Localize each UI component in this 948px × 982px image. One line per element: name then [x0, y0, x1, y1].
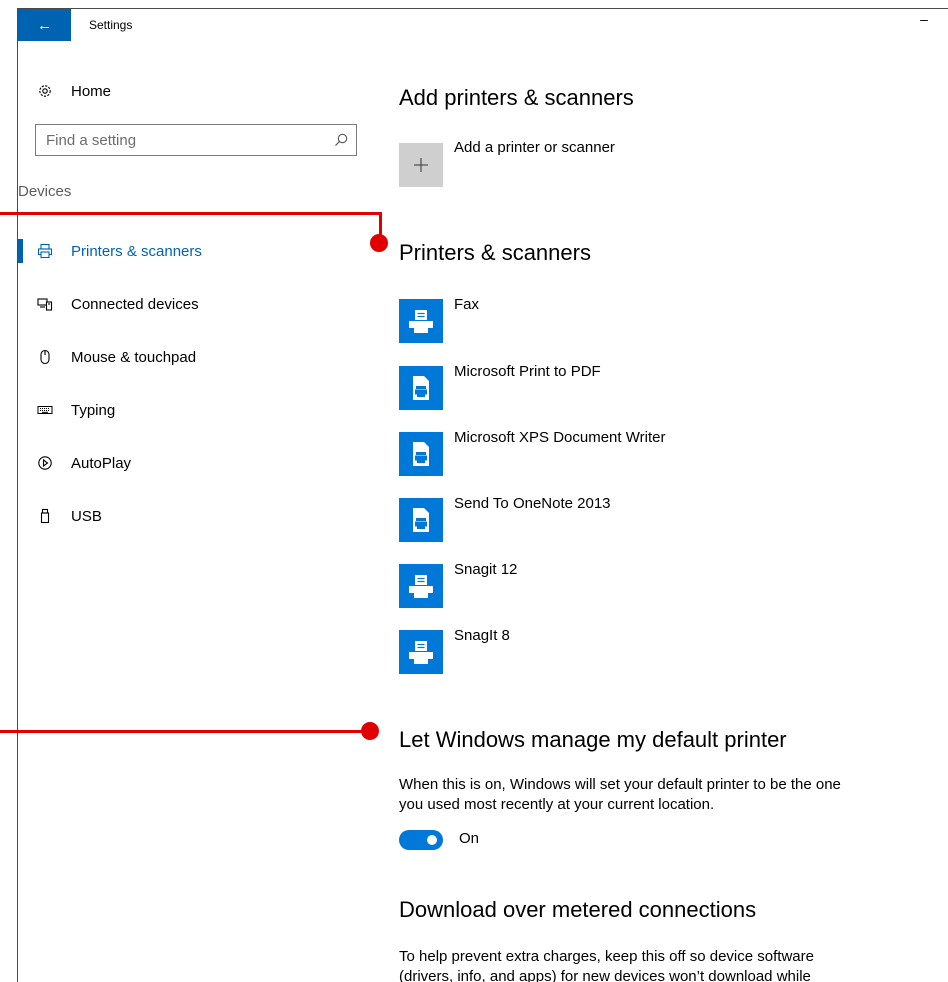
sidebar-item-printers-scanners[interactable]: Printers & scanners — [18, 233, 378, 269]
default-printer-heading: Let Windows manage my default printer — [399, 727, 787, 752]
add-printer-label[interactable]: Add a printer or scanner — [454, 139, 615, 156]
sidebar-item-label: AutoPlay — [71, 454, 132, 472]
printer-name: Microsoft Print to PDF — [454, 363, 601, 380]
printer-name: Fax — [454, 296, 480, 313]
window-title: Settings — [89, 18, 133, 32]
toggle-state-label: On — [459, 830, 480, 847]
search-input[interactable] — [36, 125, 326, 155]
plus-icon — [414, 158, 428, 172]
printer-item-microsoft-print-to-pdf[interactable]: Microsoft Print to PDF — [399, 363, 948, 410]
printer-item-snagit-12[interactable]: Snagit 12 — [399, 561, 948, 608]
main-content: Add printers & scanners Add a printer or… — [399, 41, 948, 982]
sidebar: Home Devices Printers & scanners Connect… — [18, 41, 378, 982]
metered-connections-heading: Download over metered connections — [399, 897, 757, 922]
printer-name: Send To OneNote 2013 — [454, 495, 611, 512]
default-printer-toggle[interactable] — [399, 830, 443, 850]
metered-connections-description: To help prevent extra charges, keep this… — [399, 948, 814, 982]
printer-item-microsoft-xps-document-writer[interactable]: Microsoft XPS Document Writer — [399, 429, 948, 476]
sidebar-item-autoplay[interactable]: AutoPlay — [18, 445, 378, 481]
sidebar-item-connected-devices[interactable]: Connected devices — [18, 286, 378, 322]
default-printer-description: When this is on, Windows will set your d… — [399, 776, 841, 813]
printer-name: SnagIt 8 — [454, 627, 510, 644]
annotation-dot — [361, 722, 379, 740]
add-printer-button[interactable] — [399, 143, 443, 187]
minimize-icon: – — [920, 11, 928, 27]
sidebar-item-usb[interactable]: USB — [18, 498, 378, 534]
sidebar-item-label: Connected devices — [71, 295, 199, 313]
document-printer-icon — [399, 498, 443, 542]
sidebar-item-typing[interactable]: Typing — [18, 392, 378, 428]
printer-item-send-to-onenote[interactable]: Send To OneNote 2013 — [399, 495, 948, 542]
sidebar-item-home[interactable]: Home — [18, 77, 378, 105]
usb-icon — [37, 508, 53, 524]
search-icon[interactable] — [334, 133, 348, 147]
section-label-devices: Devices — [18, 183, 72, 200]
add-printers-heading: Add printers & scanners — [399, 85, 634, 110]
annotation-line — [0, 212, 382, 215]
printer-icon — [399, 299, 443, 343]
printer-icon — [399, 564, 443, 608]
document-printer-icon — [399, 366, 443, 410]
active-indicator — [18, 239, 23, 263]
search-box[interactable] — [35, 124, 357, 156]
sidebar-item-label: Printers & scanners — [71, 242, 202, 260]
mouse-icon — [37, 349, 53, 365]
minimize-button[interactable]: – — [914, 11, 934, 35]
sidebar-item-label: Home — [71, 82, 112, 100]
annotation-dot — [370, 234, 388, 252]
settings-window: ← Settings – Home Devices Printers & sca… — [17, 8, 948, 982]
printer-item-fax[interactable]: Fax — [399, 296, 948, 343]
back-arrow-icon: ← — [37, 16, 52, 34]
printers-scanners-heading: Printers & scanners — [399, 240, 591, 265]
printer-item-snagit-8[interactable]: SnagIt 8 — [399, 627, 948, 674]
toggle-knob — [427, 835, 437, 845]
sidebar-item-label: USB — [71, 507, 102, 525]
printer-name: Snagit 12 — [454, 561, 518, 578]
gear-icon — [37, 83, 53, 99]
sidebar-item-label: Typing — [71, 401, 116, 419]
back-button[interactable]: ← — [18, 9, 71, 41]
printer-name: Microsoft XPS Document Writer — [454, 429, 666, 446]
annotation-line — [0, 730, 372, 733]
autoplay-icon — [37, 455, 53, 471]
sidebar-item-label: Mouse & touchpad — [71, 348, 197, 366]
printer-icon — [37, 243, 53, 259]
printer-icon — [399, 630, 443, 674]
document-printer-icon — [399, 432, 443, 476]
connected-devices-icon — [37, 296, 53, 312]
title-bar: ← Settings – — [18, 9, 948, 41]
sidebar-item-mouse-touchpad[interactable]: Mouse & touchpad — [18, 339, 378, 375]
keyboard-icon — [37, 402, 53, 418]
